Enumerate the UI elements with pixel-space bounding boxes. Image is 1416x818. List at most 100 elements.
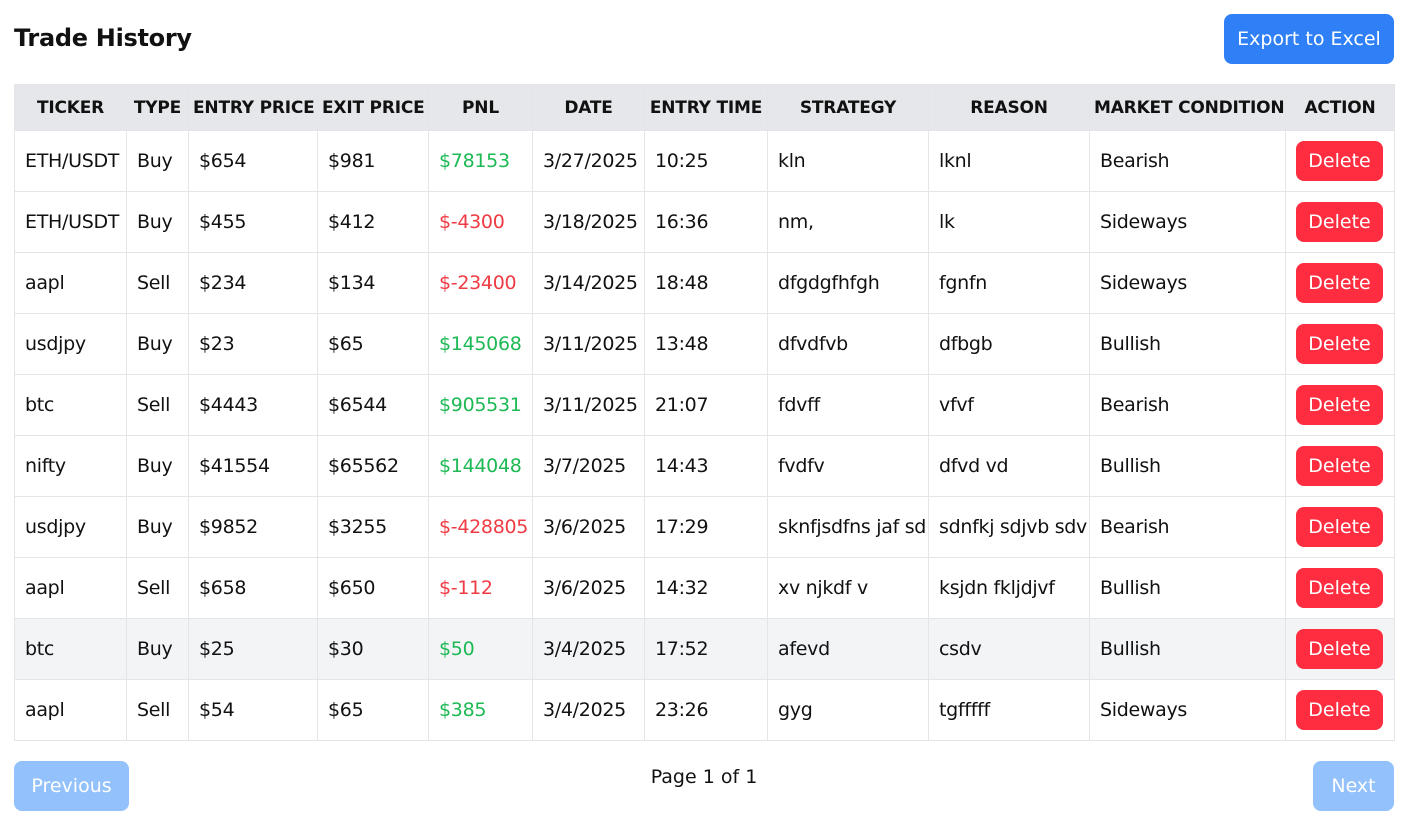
cell-strategy: fdvff bbox=[767, 374, 929, 436]
cell-entry-price: $658 bbox=[188, 557, 318, 619]
cell-entry-price: $234 bbox=[188, 252, 318, 314]
delete-button[interactable]: Delete bbox=[1296, 629, 1383, 669]
export-to-excel-button[interactable]: Export to Excel bbox=[1224, 14, 1394, 64]
cell-pnl: $-112 bbox=[428, 557, 533, 619]
cell-pnl: $-23400 bbox=[428, 252, 533, 314]
table-row: btc Sell $4443 $6544 $905531 3/11/2025 21:07 fd… bbox=[14, 374, 1395, 436]
next-page-button[interactable]: Next bbox=[1313, 761, 1394, 811]
column-header-type[interactable]: TYPE bbox=[126, 84, 189, 131]
cell-strategy: dfvdfvb bbox=[767, 313, 929, 375]
table-row: aapl Sell $234 $134 $-23400 3/14/2025 18:48 dfg… bbox=[14, 252, 1395, 314]
column-header-entry-time[interactable]: ENTRY TIME bbox=[644, 84, 768, 131]
cell-exit-price: $134 bbox=[317, 252, 429, 314]
cell-entry-time: 17:29 bbox=[644, 496, 768, 558]
cell-type: Buy bbox=[126, 435, 189, 497]
cell-market-condition: Bullish bbox=[1089, 618, 1286, 680]
cell-market-condition: Sideways bbox=[1089, 679, 1286, 741]
cell-market-condition: Bearish bbox=[1089, 496, 1286, 558]
cell-market-condition: Bullish bbox=[1089, 435, 1286, 497]
cell-ticker: usdjpy bbox=[14, 313, 127, 375]
cell-date: 3/4/2025 bbox=[532, 618, 645, 680]
delete-button[interactable]: Delete bbox=[1296, 324, 1383, 364]
cell-action: Delete bbox=[1285, 679, 1395, 741]
cell-ticker: aapl bbox=[14, 679, 127, 741]
cell-ticker: ETH/USDT bbox=[14, 191, 127, 253]
cell-entry-price: $41554 bbox=[188, 435, 318, 497]
cell-action: Delete bbox=[1285, 313, 1395, 375]
cell-strategy: dfgdgfhfgh bbox=[767, 252, 929, 314]
cell-strategy: sknfjsdfns jaf sd bbox=[767, 496, 929, 558]
delete-button[interactable]: Delete bbox=[1296, 263, 1383, 303]
cell-type: Buy bbox=[126, 313, 189, 375]
cell-type: Buy bbox=[126, 618, 189, 680]
cell-strategy: afevd bbox=[767, 618, 929, 680]
table-header-row: TICKER TYPE ENTRY PRICE EXIT PRICE PNL D… bbox=[14, 84, 1395, 131]
page-title: Trade History bbox=[14, 24, 192, 52]
cell-market-condition: Bullish bbox=[1089, 313, 1286, 375]
cell-reason: ksjdn fkljdjvf bbox=[928, 557, 1090, 619]
column-header-market-condition[interactable]: MARKET CONDITION bbox=[1089, 84, 1286, 131]
delete-button[interactable]: Delete bbox=[1296, 141, 1383, 181]
cell-pnl: $50 bbox=[428, 618, 533, 680]
cell-market-condition: Sideways bbox=[1089, 252, 1286, 314]
cell-strategy: gyg bbox=[767, 679, 929, 741]
cell-entry-price: $455 bbox=[188, 191, 318, 253]
cell-date: 3/18/2025 bbox=[532, 191, 645, 253]
column-header-pnl[interactable]: PNL bbox=[428, 84, 533, 131]
cell-exit-price: $65 bbox=[317, 679, 429, 741]
delete-button[interactable]: Delete bbox=[1296, 507, 1383, 547]
column-header-exit-price[interactable]: EXIT PRICE bbox=[317, 84, 429, 131]
delete-button[interactable]: Delete bbox=[1296, 202, 1383, 242]
column-header-reason[interactable]: REASON bbox=[928, 84, 1090, 131]
table-row: ETH/USDT Buy $455 $412 $-4300 3/18/2025 16:36 n… bbox=[14, 191, 1395, 253]
cell-type: Sell bbox=[126, 679, 189, 741]
cell-ticker: btc bbox=[14, 618, 127, 680]
table-row: usdjpy Buy $9852 $3255 $-428805 3/6/2025 17:29… bbox=[14, 496, 1395, 558]
delete-button[interactable]: Delete bbox=[1296, 568, 1383, 608]
delete-button[interactable]: Delete bbox=[1296, 690, 1383, 730]
cell-strategy: xv njkdf v bbox=[767, 557, 929, 619]
delete-button[interactable]: Delete bbox=[1296, 446, 1383, 486]
cell-type: Buy bbox=[126, 496, 189, 558]
cell-ticker: nifty bbox=[14, 435, 127, 497]
cell-reason: dfvd vd bbox=[928, 435, 1090, 497]
cell-entry-price: $23 bbox=[188, 313, 318, 375]
table-row: btc Buy $25 $30 $50 3/4/2025 17:52 afevd csdv Bul… bbox=[14, 618, 1395, 680]
cell-ticker: aapl bbox=[14, 557, 127, 619]
cell-pnl: $144048 bbox=[428, 435, 533, 497]
cell-exit-price: $412 bbox=[317, 191, 429, 253]
cell-exit-price: $65 bbox=[317, 313, 429, 375]
table-row: ETH/USDT Buy $654 $981 $78153 3/27/2025 10:25 k… bbox=[14, 130, 1395, 192]
cell-entry-time: 13:48 bbox=[644, 313, 768, 375]
window-scrollbar[interactable] bbox=[1408, 0, 1416, 818]
cell-date: 3/11/2025 bbox=[532, 313, 645, 375]
cell-action: Delete bbox=[1285, 435, 1395, 497]
column-header-ticker[interactable]: TICKER bbox=[14, 84, 127, 131]
column-header-strategy[interactable]: STRATEGY bbox=[767, 84, 929, 131]
cell-pnl: $905531 bbox=[428, 374, 533, 436]
cell-date: 3/6/2025 bbox=[532, 557, 645, 619]
column-header-action: ACTION bbox=[1285, 84, 1395, 131]
cell-reason: lk bbox=[928, 191, 1090, 253]
table-row: nifty Buy $41554 $65562 $144048 3/7/2025 14:43… bbox=[14, 435, 1395, 497]
delete-button[interactable]: Delete bbox=[1296, 385, 1383, 425]
cell-entry-time: 18:48 bbox=[644, 252, 768, 314]
cell-action: Delete bbox=[1285, 374, 1395, 436]
cell-exit-price: $3255 bbox=[317, 496, 429, 558]
cell-date: 3/14/2025 bbox=[532, 252, 645, 314]
trade-history-table: TICKER TYPE ENTRY PRICE EXIT PRICE PNL D… bbox=[14, 84, 1395, 741]
cell-pnl: $-4300 bbox=[428, 191, 533, 253]
cell-entry-time: 17:52 bbox=[644, 618, 768, 680]
cell-strategy: fvdfv bbox=[767, 435, 929, 497]
cell-strategy: kln bbox=[767, 130, 929, 192]
cell-pnl: $-428805 bbox=[428, 496, 533, 558]
cell-date: 3/6/2025 bbox=[532, 496, 645, 558]
cell-entry-time: 23:26 bbox=[644, 679, 768, 741]
cell-action: Delete bbox=[1285, 557, 1395, 619]
column-header-entry-price[interactable]: ENTRY PRICE bbox=[188, 84, 318, 131]
cell-type: Sell bbox=[126, 252, 189, 314]
cell-exit-price: $650 bbox=[317, 557, 429, 619]
cell-reason: vfvf bbox=[928, 374, 1090, 436]
column-header-date[interactable]: DATE bbox=[532, 84, 645, 131]
cell-pnl: $385 bbox=[428, 679, 533, 741]
